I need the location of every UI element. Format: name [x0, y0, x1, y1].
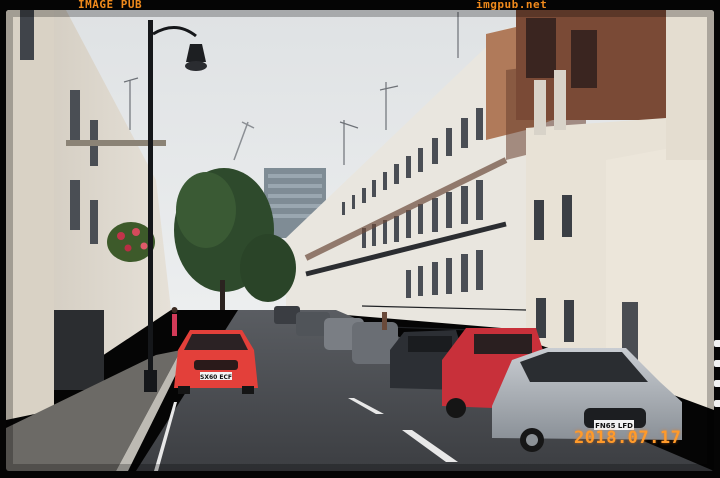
sprocket-hole — [714, 400, 720, 407]
film-frame: IMAGE PUB imgpub.net FN65 LFD SX60 ECF 2… — [0, 0, 720, 478]
camera-date-stamp: 2018.07.17 — [574, 428, 682, 448]
sprocket-hole — [714, 380, 720, 387]
red-hatchback-number-plate: SX60 ECF — [200, 374, 232, 381]
sprocket-hole — [714, 360, 720, 367]
street-photo: FN65 LFD SX60 ECF 2018.07.17 — [6, 10, 714, 471]
red-hatchback: SX60 ECF — [174, 330, 258, 394]
hanging-flower-basket — [107, 222, 155, 262]
sprocket-hole — [714, 340, 720, 347]
